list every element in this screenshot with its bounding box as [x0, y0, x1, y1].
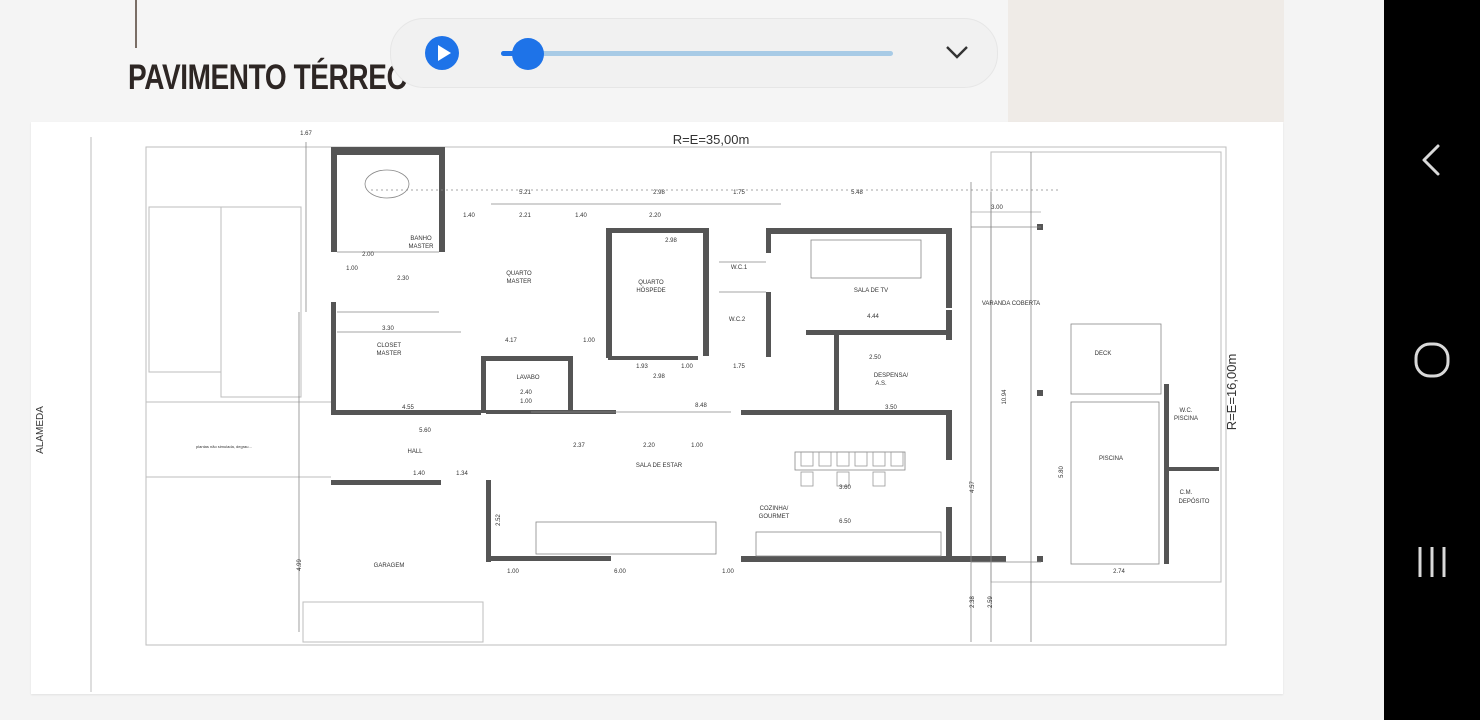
dim-label: 3.00 [991, 205, 1003, 211]
dim-label: 4.55 [402, 405, 414, 411]
dim-label: 2.98 [653, 190, 665, 196]
room-quarto-master-l1: QUARTO [506, 271, 532, 277]
dim-label: 2.98 [665, 238, 677, 244]
dim-label: 1.00 [507, 569, 519, 575]
dim-label: 4.99 [297, 559, 303, 571]
floor-plan: R=E=35,00m R=E=16,00m ALAMEDA BANHO MAST… [31, 122, 1283, 694]
dim-label: 4.44 [867, 314, 879, 320]
room-wc-piscina-l2: PISCINA [1174, 416, 1198, 422]
room-cozinha-l1: COZINHA/ [760, 506, 789, 512]
dim-label: 1.67 [300, 131, 312, 137]
dim-label: 1.00 [583, 338, 595, 344]
room-hall: HALL [407, 449, 423, 455]
dim-label: 1.40 [463, 213, 475, 219]
room-wc2: W.C.2 [729, 317, 746, 323]
dim-label: 2.59 [988, 596, 994, 608]
dim-label: 3.60 [839, 485, 851, 491]
dim-label: 2.52 [496, 514, 502, 526]
dim-label: 2.50 [869, 355, 881, 361]
room-despensa-l1: DESPENSA/ [874, 373, 909, 379]
room-quarto-hospede-l1: QUARTO [638, 280, 664, 286]
room-sala-tv: SALA DE TV [854, 288, 888, 294]
room-banho-master-l2: MASTER [408, 244, 434, 250]
room-quarto-hospede-l2: HÓSPEDE [636, 287, 665, 294]
dim-label: 2.30 [397, 276, 409, 282]
dim-label: 2.98 [653, 374, 665, 380]
decorative-panel [1008, 0, 1284, 122]
dim-label: 1.75 [733, 190, 745, 196]
dim-label: 5.60 [419, 428, 431, 434]
room-lavabo: LAVABO [516, 375, 539, 381]
dim-label: 3.30 [382, 326, 394, 332]
room-quarto-master-l2: MASTER [506, 279, 532, 285]
dim-label: 1.34 [456, 471, 468, 477]
progress-knob[interactable] [512, 38, 545, 70]
room-piscina: PISCINA [1099, 456, 1123, 462]
dim-label: 1.40 [413, 471, 425, 477]
dim-label: 5.48 [851, 190, 863, 196]
back-icon[interactable] [1412, 140, 1452, 180]
floor-plan-drawing: R=E=35,00m R=E=16,00m ALAMEDA BANHO MAST… [35, 131, 1239, 692]
room-closet-l2: MASTER [376, 351, 402, 357]
dim-label: 1.00 [346, 266, 358, 272]
dim-label: 1.00 [722, 569, 734, 575]
dim-label: 2.37 [573, 443, 585, 449]
home-icon[interactable] [1412, 340, 1452, 380]
dim-label: 2.40 [520, 390, 532, 396]
recents-icon[interactable] [1412, 542, 1452, 582]
top-dimension: R=E=35,00m [673, 132, 750, 147]
dim-label: 1.00 [691, 443, 703, 449]
plan-note: plantas não simulada, degrau... [196, 444, 252, 449]
dim-label: 6.50 [839, 519, 851, 525]
room-cozinha-l2: GOURMET [759, 514, 790, 520]
audio-player [390, 18, 998, 88]
dim-label: 6.00 [614, 569, 626, 575]
dim-label: 1.00 [520, 399, 532, 405]
android-navbar [1384, 0, 1480, 720]
chevron-down-icon[interactable] [941, 41, 973, 65]
room-closet-l1: CLOSET [377, 343, 401, 349]
dim-label: 1.93 [636, 364, 648, 370]
room-banho-master-l1: BANHO [410, 236, 432, 242]
room-sala-estar: SALA DE ESTAR [636, 463, 683, 469]
dim-label: 8.48 [695, 403, 707, 409]
dim-label: 2.38 [970, 596, 976, 608]
room-wc-piscina-l1: W.C. [1180, 408, 1193, 414]
play-button[interactable] [425, 36, 459, 70]
room-varanda: VARANDA COBERTA [982, 301, 1040, 307]
page: PAVIMENTO TÉRREO R=E=35,00m R=E=16,00m A… [0, 0, 1384, 720]
dim-label: 2.20 [643, 443, 655, 449]
dim-label: 1.40 [575, 213, 587, 219]
play-icon [438, 45, 451, 61]
side-dimension: R=E=16,00m [1224, 354, 1239, 431]
accent-line [135, 0, 137, 48]
dim-label: 1.75 [733, 364, 745, 370]
room-cm-l2: DEPÓSITO [1179, 498, 1210, 505]
street-label: ALAMEDA [35, 406, 46, 454]
dim-label: 5.21 [519, 190, 531, 196]
room-cm-l1: C.M. [1180, 490, 1193, 496]
room-garagem: GARAGEM [374, 563, 405, 569]
room-despensa-l2: A.S. [875, 381, 887, 387]
dim-label: 2.20 [649, 213, 661, 219]
room-deck: DECK [1095, 351, 1112, 357]
dim-label: 10.94 [1002, 389, 1008, 405]
page-title: PAVIMENTO TÉRREO [128, 58, 408, 97]
dim-label: 5.80 [1059, 466, 1065, 478]
dim-label: 2.00 [362, 252, 374, 258]
dim-label: 3.50 [885, 405, 897, 411]
room-wc1: W.C.1 [731, 265, 748, 271]
dim-label: 1.00 [681, 364, 693, 370]
progress-slider[interactable] [501, 38, 893, 70]
dim-label: 4.57 [970, 481, 976, 493]
dim-label: 2.74 [1113, 569, 1125, 575]
dim-label: 4.17 [505, 338, 517, 344]
dim-label: 2.21 [519, 213, 531, 219]
